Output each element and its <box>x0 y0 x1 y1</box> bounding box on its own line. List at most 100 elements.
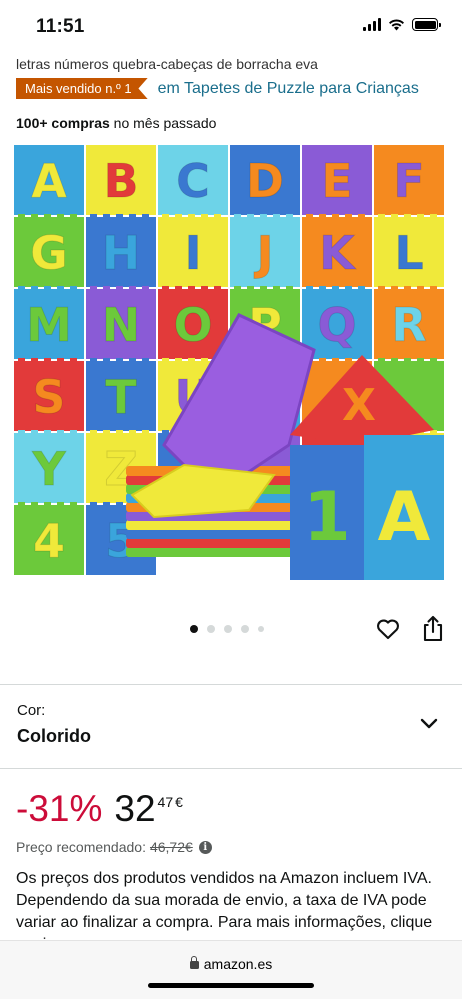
mat-tooth <box>162 358 169 363</box>
mat-tooth <box>345 286 352 291</box>
mat-tooth <box>273 145 280 147</box>
image-carousel-dots[interactable] <box>190 625 264 633</box>
mat-tooth <box>129 430 136 435</box>
mat-letter: 4 <box>33 514 65 568</box>
mat-tooth <box>430 214 437 219</box>
mat-tooth <box>188 286 195 291</box>
wifi-icon <box>389 19 404 31</box>
mat-tooth <box>90 145 97 147</box>
mat-tooth <box>142 214 149 219</box>
url-text[interactable]: amazon.es <box>0 956 462 972</box>
mat-tooth <box>70 214 77 219</box>
mat-letter: E <box>321 154 352 208</box>
carousel-dot[interactable] <box>241 625 249 633</box>
mat-tooth <box>332 145 339 147</box>
mat-tooth <box>260 214 267 219</box>
status-time: 11:51 <box>36 16 85 37</box>
mat-tooth <box>31 358 38 363</box>
mat-tooth <box>31 502 38 507</box>
mat-tooth <box>44 502 51 507</box>
mat-tooth <box>391 358 398 363</box>
mat-tooth <box>44 358 51 363</box>
mat-tooth <box>44 214 51 219</box>
carousel-dot[interactable] <box>190 625 198 633</box>
mat-tooth <box>358 214 365 219</box>
mat-tooth <box>18 502 25 507</box>
section-divider <box>0 768 462 769</box>
mat-tooth <box>273 214 280 219</box>
carousel-dot[interactable] <box>258 626 264 632</box>
bestseller-row: Mais vendido n.º 1 em Tapetes de Puzzle … <box>16 78 419 99</box>
lock-icon <box>189 956 199 969</box>
category-link[interactable]: em Tapetes de Puzzle para Crianças <box>158 80 419 98</box>
mat-tooth <box>44 286 51 291</box>
mat-tooth <box>57 502 64 507</box>
section-divider <box>0 684 462 685</box>
mat-tooth <box>214 286 221 291</box>
mat-tooth <box>404 214 411 219</box>
mat-tooth <box>70 286 77 291</box>
mat-tooth <box>430 430 437 435</box>
mat-tooth <box>90 430 97 435</box>
mat-tooth <box>129 214 136 219</box>
mat-tooth <box>103 502 110 507</box>
mat-tooth <box>417 214 424 219</box>
mat-tooth <box>319 286 326 291</box>
mat-tooth <box>247 145 254 147</box>
mat-tooth <box>345 358 352 363</box>
carousel-dot[interactable] <box>224 625 232 633</box>
mat-tooth <box>332 358 339 363</box>
mat-tooth <box>378 358 385 363</box>
mat-letter: C <box>176 154 210 208</box>
mat-tooth <box>142 358 149 363</box>
mat-tooth <box>201 286 208 291</box>
price-currency: € <box>175 794 183 810</box>
signal-icon <box>363 18 381 31</box>
mat-tooth <box>90 502 97 507</box>
carousel-dot[interactable] <box>207 625 215 633</box>
color-selector[interactable]: Cor: Colorido <box>0 688 462 766</box>
mat-letter: Q <box>317 298 356 352</box>
mat-tooth <box>404 286 411 291</box>
mat-tooth <box>18 214 25 219</box>
mat-tooth <box>358 286 365 291</box>
mat-tooth <box>286 145 293 147</box>
mat-tooth <box>391 286 398 291</box>
mat-tooth <box>44 145 51 147</box>
mat-tooth <box>162 286 169 291</box>
mat-tooth <box>188 145 195 147</box>
pile-layer <box>126 529 306 539</box>
mat-tooth <box>260 145 267 147</box>
mat-letter: L <box>394 226 423 280</box>
mat-tooth <box>70 145 77 147</box>
product-image[interactable]: ABCDEFGHIJKLMNOPQRSTUYZ45X1A <box>14 145 448 587</box>
mat-tooth <box>358 145 365 147</box>
mat-tooth <box>417 286 424 291</box>
mat-tooth <box>57 358 64 363</box>
mat-tooth <box>404 358 411 363</box>
mat-letter: M <box>26 298 72 352</box>
mat-tooth <box>142 145 149 147</box>
mat-letter: K <box>319 226 357 280</box>
mat-tooth <box>430 145 437 147</box>
mat-tooth <box>286 214 293 219</box>
share-icon[interactable] <box>420 614 446 642</box>
info-icon[interactable]: i <box>198 840 212 854</box>
mat-tooth <box>18 286 25 291</box>
mat-letter: T <box>105 370 137 424</box>
mat-tooth <box>247 214 254 219</box>
chevron-down-icon[interactable] <box>418 712 440 734</box>
pile-layer <box>126 538 306 548</box>
purchases-info: 100+ compras no mês passado <box>16 115 216 131</box>
mat-tooth <box>260 286 267 291</box>
browser-url-bar[interactable]: amazon.es <box>0 940 462 999</box>
mat-tooth <box>188 214 195 219</box>
price-cents: 47 <box>157 794 174 810</box>
mat-tooth <box>103 286 110 291</box>
heart-icon[interactable] <box>375 616 401 642</box>
price-whole: 32 <box>114 788 156 829</box>
mat-tooth <box>391 145 398 147</box>
mat-tooth <box>345 145 352 147</box>
vat-notice: Os preços dos produtos vendidos na Amazo… <box>16 870 433 942</box>
mat-letter: Y <box>31 442 66 496</box>
